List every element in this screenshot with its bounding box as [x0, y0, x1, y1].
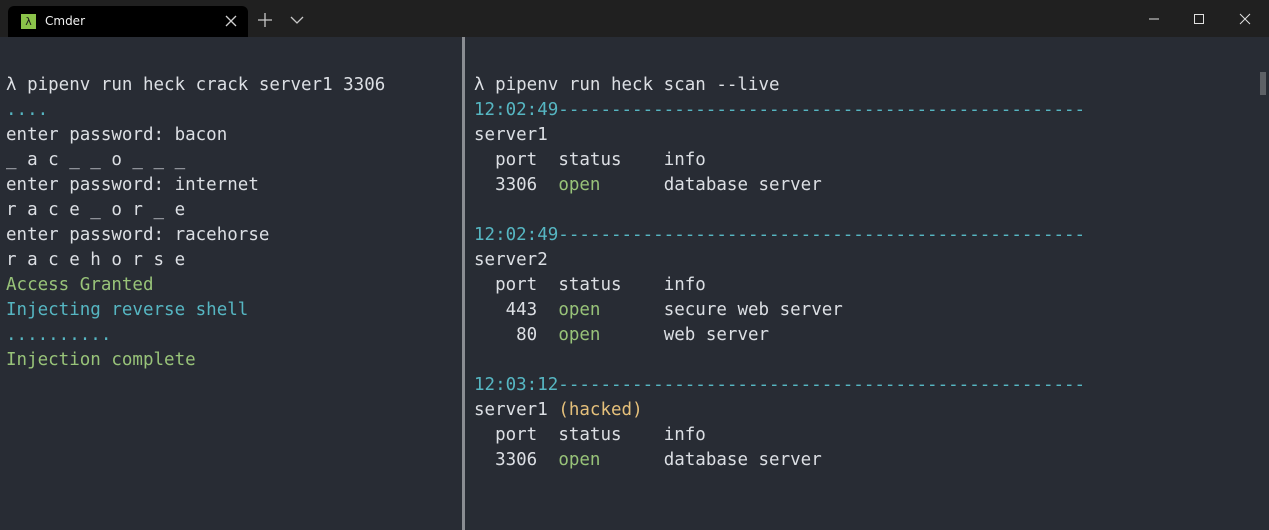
status-value: open	[558, 300, 601, 320]
terminal-line-text: enter password: racehorse	[6, 225, 270, 245]
terminal-line: enter password: internet	[6, 173, 385, 198]
column-header-status: status	[558, 425, 622, 445]
minimize-icon	[1149, 18, 1159, 19]
close-window-button[interactable]	[1222, 0, 1268, 37]
terminal-line-text: ....	[6, 100, 49, 120]
terminal-line-text: ..........	[6, 325, 112, 345]
scan-separator: ----------------------------------------…	[558, 225, 1086, 245]
table-header: port status info	[474, 423, 1085, 448]
info-value: database server	[663, 450, 822, 470]
terminal-line: r a c e _ o r _ e	[6, 198, 385, 223]
left-terminal-output: λ pipenv run heck crack server1 3306....…	[6, 73, 385, 373]
close-icon	[1239, 13, 1251, 24]
terminal-line: ....	[6, 98, 385, 123]
terminal-line: ..........	[6, 323, 385, 348]
terminal-line: enter password: racehorse	[6, 223, 385, 248]
column-header-info: info	[663, 425, 706, 445]
info-value: secure web server	[663, 300, 843, 320]
terminal-line: Injection complete	[6, 348, 385, 373]
table-row: 3306 open database server	[474, 173, 1085, 198]
maximize-icon	[1194, 13, 1204, 24]
scrollbar-thumb[interactable]	[1260, 72, 1266, 95]
right-terminal-pane[interactable]: λ pipenv run heck scan --live 12:02:49---…	[465, 37, 1269, 530]
scan-timestamp-line: 12:02:49--------------------------------…	[474, 223, 1085, 248]
table-header: port status info	[474, 273, 1085, 298]
terminal-line-text: Access Granted	[6, 275, 154, 295]
table-row: 80 open web server	[474, 323, 1085, 348]
server-name-line: server1 (hacked)	[474, 398, 1085, 423]
column-header-info: info	[663, 150, 706, 170]
scan-timestamp: 12:03:12	[474, 375, 559, 395]
terminal-line-text: enter password: internet	[6, 175, 259, 195]
server-name: server1	[474, 400, 548, 420]
lambda-icon: λ	[21, 14, 36, 29]
port-value: 3306	[495, 175, 538, 195]
terminal-line-text: r a c e _ o r _ e	[6, 200, 186, 220]
server-name: server1	[474, 125, 548, 145]
server-name: server2	[474, 250, 548, 270]
table-row: 3306 open database server	[474, 448, 1085, 473]
command-line: λ pipenv run heck scan --live	[474, 73, 1085, 98]
info-value: database server	[663, 175, 822, 195]
terminal-line-text: λ pipenv run heck crack server1 3306	[6, 75, 386, 95]
server-name-line: server1	[474, 123, 1085, 148]
table-header: port status info	[474, 148, 1085, 173]
right-terminal-output: λ pipenv run heck scan --live 12:02:49---…	[474, 73, 1085, 473]
column-header-info: info	[663, 275, 706, 295]
terminal-line-text: Injection complete	[6, 350, 196, 370]
hacked-tag: (hacked)	[558, 400, 643, 420]
left-terminal-pane[interactable]: λ pipenv run heck crack server1 3306....…	[0, 37, 462, 530]
command-text: λ pipenv run heck scan --live	[474, 75, 780, 95]
maximize-button[interactable]	[1176, 0, 1222, 37]
terminal-line: _ a c _ _ o _ _ _	[6, 148, 385, 173]
port-value: 3306	[495, 450, 538, 470]
terminal-line: Injecting reverse shell	[6, 298, 385, 323]
close-tab-icon[interactable]	[222, 12, 240, 30]
scan-separator: ----------------------------------------…	[558, 375, 1086, 395]
column-header-status: status	[558, 275, 622, 295]
new-tab-icon[interactable]	[256, 11, 274, 29]
scan-timestamp: 12:02:49	[474, 100, 559, 120]
scan-timestamp: 12:02:49	[474, 225, 559, 245]
port-value: 443	[495, 300, 538, 320]
terminal-line-text: r a c e h o r s e	[6, 250, 186, 270]
column-header-port: port	[495, 275, 538, 295]
status-value: open	[558, 450, 601, 470]
minimize-button[interactable]	[1131, 0, 1177, 37]
terminal-line: Access Granted	[6, 273, 385, 298]
terminal-line: enter password: bacon	[6, 123, 385, 148]
table-row: 443 open secure web server	[474, 298, 1085, 323]
tab-title: Cmder	[45, 14, 86, 28]
scan-timestamp-line: 12:02:49--------------------------------…	[474, 98, 1085, 123]
terminal-line-text: _ a c _ _ o _ _ _	[6, 150, 186, 170]
tab-cmder[interactable]: λ Cmder	[8, 6, 248, 37]
column-header-status: status	[558, 150, 622, 170]
terminal-line-text: Injecting reverse shell	[6, 300, 249, 320]
column-header-port: port	[495, 150, 538, 170]
status-value: open	[558, 325, 601, 345]
column-header-port: port	[495, 425, 538, 445]
status-value: open	[558, 175, 601, 195]
terminal-line: r a c e h o r s e	[6, 248, 385, 273]
port-value: 80	[495, 325, 538, 345]
scan-timestamp-line: 12:03:12--------------------------------…	[474, 373, 1085, 398]
terminal-line-text: enter password: bacon	[6, 125, 228, 145]
chevron-down-icon[interactable]	[289, 13, 305, 27]
info-value: web server	[663, 325, 770, 345]
title-bar: λ Cmder	[0, 0, 1269, 37]
scan-separator: ----------------------------------------…	[558, 100, 1086, 120]
terminal-line: λ pipenv run heck crack server1 3306	[6, 73, 385, 98]
server-name-line: server2	[474, 248, 1085, 273]
